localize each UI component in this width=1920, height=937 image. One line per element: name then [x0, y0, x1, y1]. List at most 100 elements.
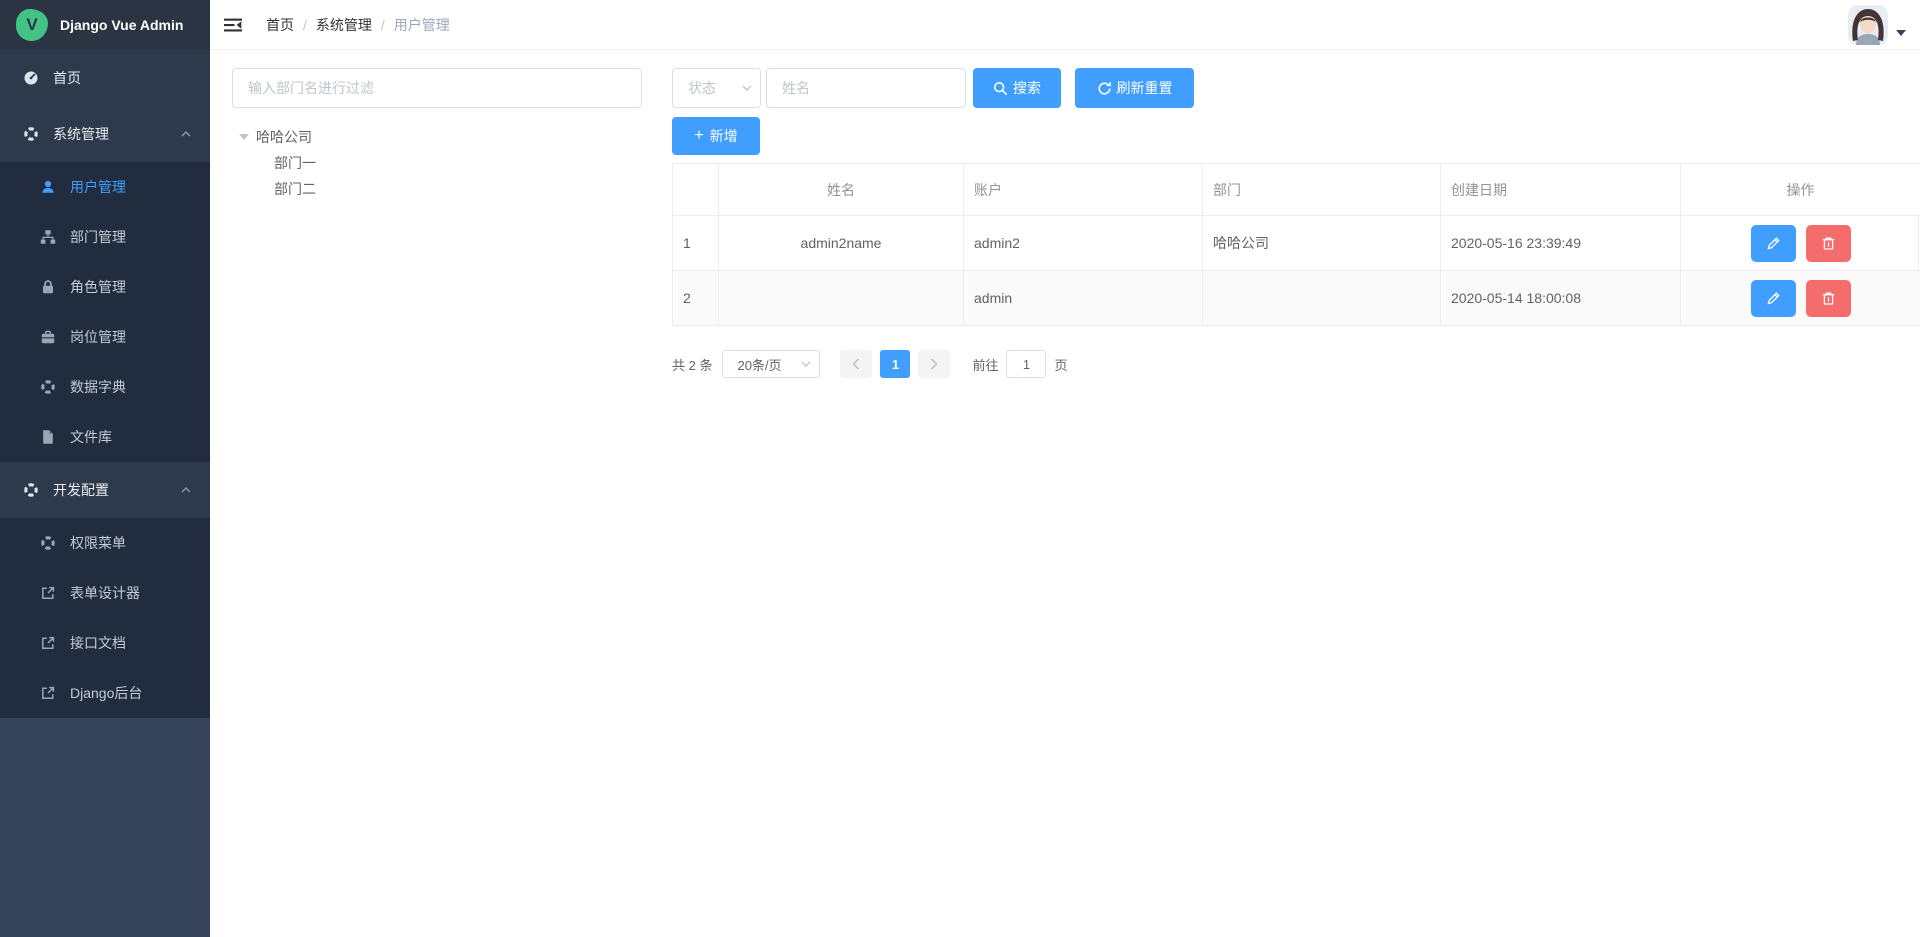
sidebar-group-label: 系统管理 [53, 124, 180, 144]
breadcrumb-current: 用户管理 [394, 15, 450, 35]
table-row: 1 admin2name admin2 哈哈公司 2020-05-16 23:3… [673, 216, 1918, 271]
tree-node-root[interactable]: 哈哈公司 [232, 124, 642, 150]
cell-account: admin2 [964, 216, 1203, 271]
cell-name: admin2name [719, 216, 964, 271]
breadcrumb-home[interactable]: 首页 [266, 15, 294, 35]
chevron-down-icon [742, 85, 752, 92]
refresh-reset-button[interactable]: 刷新重置 [1075, 68, 1194, 108]
sidebar-item-label: 文件库 [70, 427, 202, 447]
chevron-up-icon [180, 485, 192, 495]
name-filter-input[interactable] [766, 68, 966, 108]
logo-letter: V [26, 15, 37, 35]
edit-button[interactable] [1751, 225, 1796, 262]
sidebar-group-devconfig[interactable]: 开发配置 [0, 462, 210, 518]
external-link-icon [40, 585, 56, 601]
users-table: 姓名 账户 部门 创建日期 操作 1 admin2name admin2 哈哈公… [672, 163, 1919, 326]
component-icon [23, 126, 39, 142]
page-size-value: 20条/页 [737, 355, 801, 374]
tree-node-child[interactable]: 部门二 [232, 176, 642, 202]
add-button-label: 新增 [710, 126, 738, 146]
sidebar-item-home[interactable]: 首页 [0, 50, 210, 106]
sidebar-item-roles[interactable]: 角色管理 [0, 262, 210, 312]
sidebar-item-label: 权限菜单 [70, 533, 202, 553]
filter-row: 状态 搜索 刷新重置 [672, 68, 1919, 108]
sidebar-item-form-designer[interactable]: 表单设计器 [0, 568, 210, 618]
delete-button[interactable] [1806, 225, 1851, 262]
sidebar-fold-button[interactable] [213, 0, 253, 50]
edit-button[interactable] [1751, 280, 1796, 317]
sidebar-group-system[interactable]: 系统管理 [0, 106, 210, 162]
sidebar-item-api-docs[interactable]: 接口文档 [0, 618, 210, 668]
sidebar-item-label: 岗位管理 [70, 327, 202, 347]
breadcrumb-separator: / [303, 17, 307, 33]
column-header-name: 姓名 [719, 164, 964, 216]
chevron-down-icon [801, 361, 811, 368]
submenu-devconfig: 权限菜单 表单设计器 接口文档 Django后台 [0, 518, 210, 718]
briefcase-icon [40, 329, 56, 345]
component-icon [40, 379, 56, 395]
edit-pencil-icon [1766, 291, 1781, 306]
sidebar-item-django-admin[interactable]: Django后台 [0, 668, 210, 718]
app-logo[interactable]: V Django Vue Admin [0, 0, 210, 50]
search-button[interactable]: 搜索 [973, 68, 1061, 108]
sidebar-item-label: 首页 [53, 68, 202, 88]
page-number-current[interactable]: 1 [880, 350, 910, 378]
breadcrumb-system[interactable]: 系统管理 [316, 15, 372, 35]
sidebar-item-files[interactable]: 文件库 [0, 412, 210, 462]
table-header-row: 姓名 账户 部门 创建日期 操作 [673, 164, 1918, 216]
sidebar-group-label: 开发配置 [53, 480, 180, 500]
refresh-reset-button-label: 刷新重置 [1117, 78, 1173, 98]
caret-down-icon[interactable] [1896, 30, 1906, 36]
document-icon [40, 429, 56, 445]
tree-node-child[interactable]: 部门一 [232, 150, 642, 176]
header-right [1848, 5, 1906, 45]
cell-index: 2 [673, 271, 719, 326]
delete-button[interactable] [1806, 280, 1851, 317]
column-header-account: 账户 [964, 164, 1203, 216]
pagination-total: 共 2 条 [672, 355, 712, 374]
page-unit-label: 页 [1054, 355, 1067, 374]
prev-page-button[interactable] [840, 350, 872, 378]
external-link-icon [40, 685, 56, 701]
component-icon [23, 482, 39, 498]
sidebar-item-label: 部门管理 [70, 227, 202, 247]
cell-created: 2020-05-16 23:39:49 [1441, 216, 1681, 271]
cell-index: 1 [673, 216, 719, 271]
user-avatar[interactable] [1848, 5, 1888, 45]
sidebar-item-users[interactable]: 用户管理 [0, 162, 210, 212]
sidebar-item-label: 数据字典 [70, 377, 202, 397]
next-page-button[interactable] [918, 350, 950, 378]
goto-page-input[interactable] [1006, 350, 1046, 378]
cell-account: admin [964, 271, 1203, 326]
sidebar-item-label: 表单设计器 [70, 583, 202, 603]
sidebar-item-posts[interactable]: 岗位管理 [0, 312, 210, 362]
sidebar-item-departments[interactable]: 部门管理 [0, 212, 210, 262]
department-panel: 哈哈公司 部门一 部门二 [232, 68, 642, 937]
sidebar-item-dictionary[interactable]: 数据字典 [0, 362, 210, 412]
user-icon [40, 179, 56, 195]
column-header-index [673, 164, 719, 216]
add-button[interactable]: + 新增 [672, 117, 760, 155]
sidebar-item-permission-menu[interactable]: 权限菜单 [0, 518, 210, 568]
sidebar-background [0, 718, 210, 937]
dashboard-icon [23, 70, 39, 86]
sidebar: V Django Vue Admin 首页 系统管理 用户管理 部门管理 角色管… [0, 0, 210, 937]
dept-filter-input[interactable] [232, 68, 642, 108]
trash-icon [1821, 291, 1836, 306]
chevron-right-icon [930, 358, 938, 370]
main-content: 哈哈公司 部门一 部门二 状态 搜索 [210, 50, 1920, 937]
column-header-actions: 操作 [1681, 164, 1920, 216]
vue-logo-icon: V [16, 9, 48, 41]
sidebar-item-label: Django后台 [70, 683, 202, 703]
page-size-select[interactable]: 20条/页 [722, 350, 820, 378]
chevron-up-icon [180, 129, 192, 139]
hamburger-fold-icon [224, 17, 242, 33]
edit-pencil-icon [1766, 236, 1781, 251]
avatar-image [1848, 5, 1888, 45]
org-tree-icon [40, 229, 56, 245]
tree-expand-caret-icon[interactable] [239, 134, 249, 140]
cell-created: 2020-05-14 18:00:08 [1441, 271, 1681, 326]
sidebar-menu: 首页 系统管理 用户管理 部门管理 角色管理 岗位管理 [0, 50, 210, 718]
status-select[interactable]: 状态 [672, 68, 761, 108]
tree-node-label: 部门二 [274, 179, 316, 199]
